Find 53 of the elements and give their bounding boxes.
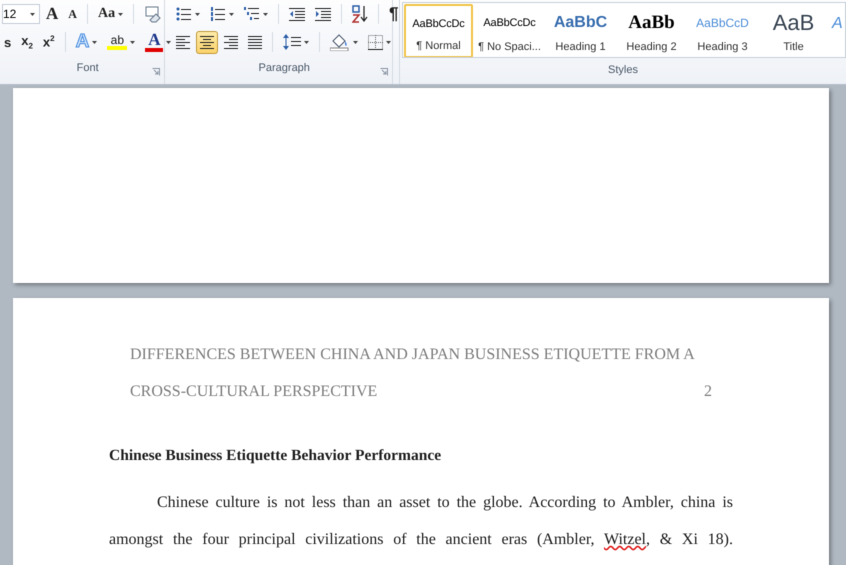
- multilevel-list-icon: [244, 7, 260, 21]
- paragraph-line: Chinese culture is not less than an asset to the globe. According to Ambler, china is: [156, 493, 733, 513]
- eraser-icon: [144, 6, 162, 22]
- dialog-launcher-icon[interactable]: [380, 68, 388, 76]
- caret-icon: [30, 12, 35, 16]
- shrink-font-button[interactable]: A: [64, 2, 81, 26]
- section-heading: Chinese Business Etiquette Behavior Performance: [109, 446, 442, 466]
- style-item[interactable]: AaBbCcDc ¶ Normal: [404, 4, 473, 57]
- style-item[interactable]: AaBb Heading 2: [617, 4, 686, 57]
- decrease-indent-icon: [289, 7, 305, 21]
- header-text: CROSS-CULTURAL PERSPECTIVE: [130, 382, 378, 402]
- paragraph-line: amongst the four principal civilizations of the ancient eras (Ambler, Witzel, & Xi 18).: [109, 530, 733, 550]
- sort-icon: [352, 5, 368, 23]
- borders-icon: [368, 34, 383, 50]
- bullet-list-icon: [176, 7, 192, 21]
- style-item[interactable]: AaBbCcD Heading 3: [688, 4, 757, 57]
- caret-icon: [130, 40, 136, 44]
- caret-icon: [166, 40, 172, 44]
- caret-icon: [195, 12, 200, 16]
- line-spacing-icon: [283, 34, 301, 50]
- show-hide-button[interactable]: ¶: [385, 2, 402, 26]
- caret-icon: [386, 40, 391, 44]
- style-item[interactable]: AaBbCcDc ¶ No Spaci...: [475, 4, 544, 57]
- grow-font-button[interactable]: A: [42, 2, 62, 26]
- style-item[interactable]: AaB Title: [759, 4, 828, 57]
- caret-icon: [263, 12, 268, 16]
- dialog-launcher-icon[interactable]: [152, 68, 160, 76]
- strikethrough-button[interactable]: s: [2, 30, 16, 54]
- group-label: Font: [76, 62, 99, 74]
- align-button[interactable]: [196, 30, 218, 54]
- caret-icon: [353, 40, 358, 44]
- group-label: Styles: [608, 64, 638, 76]
- caret-icon: [118, 12, 124, 16]
- justify-icon: [248, 36, 262, 48]
- highlight-button[interactable]: ab: [103, 30, 140, 54]
- font-size-field[interactable]: 12: [2, 4, 40, 24]
- font-color-button[interactable]: A: [141, 30, 176, 54]
- style-item[interactable]: AaBbC Heading 1: [546, 4, 615, 57]
- increase-indent-icon: [315, 7, 331, 21]
- change-case-button[interactable]: Aa: [94, 2, 128, 26]
- numbered-list-icon: [210, 7, 226, 21]
- subscript-button[interactable]: x$_{2}$: [17, 30, 37, 54]
- align-left-icon: [176, 36, 190, 48]
- group-label: Paragraph: [258, 62, 310, 74]
- caret-icon: [229, 12, 234, 16]
- header-text: DIFFERENCES BETWEEN CHINA AND JAPAN BUSINESS ETIQUETTE FROM A: [130, 345, 695, 365]
- superscript-button[interactable]: x$^{2}$: [38, 30, 59, 54]
- align-center-icon: [200, 36, 214, 48]
- caret-icon: [304, 40, 309, 44]
- caret-icon: [92, 40, 98, 44]
- align-right-icon: [224, 36, 238, 48]
- paint-bucket-icon: [330, 33, 350, 51]
- page-number: 2: [704, 382, 712, 402]
